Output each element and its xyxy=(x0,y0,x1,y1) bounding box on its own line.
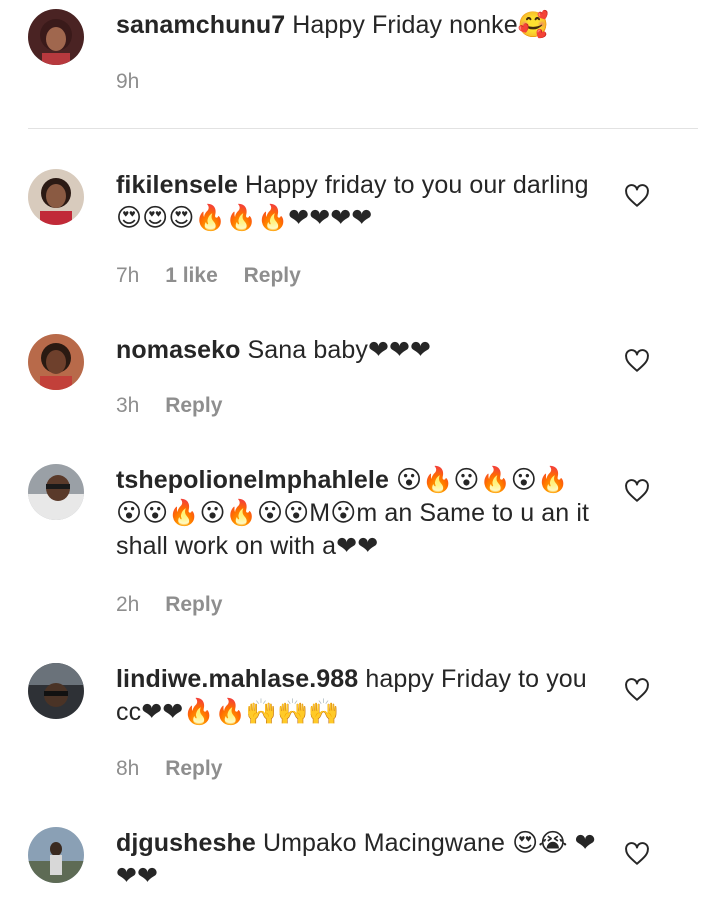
reply-button[interactable]: Reply xyxy=(244,264,301,288)
heart-outline-icon xyxy=(625,184,649,207)
comment-username[interactable]: djgusheshe xyxy=(116,829,256,857)
comment-meta: 9h xyxy=(116,70,159,94)
reply-button[interactable]: Reply xyxy=(165,757,222,781)
comment-username[interactable]: fikilensele xyxy=(116,171,238,199)
avatar-photo xyxy=(28,827,84,883)
comment-time: 2h xyxy=(116,593,140,616)
reply-button[interactable]: Reply xyxy=(165,394,222,418)
comment-body: Happy Friday nonke🥰 xyxy=(292,11,550,39)
comment-text: tshepolionelmphahlele 😮🔥😮🔥😮🔥 😮😮🔥😮🔥😮😮M😮m … xyxy=(116,464,596,563)
comment-text: nomaseko Sana baby❤❤❤ xyxy=(116,334,596,367)
like-button[interactable] xyxy=(624,184,650,208)
comment-text: djgusheshe Umpako Macingwane 😍😭 ❤❤❤ xyxy=(116,827,596,893)
comment-meta: 3h Reply xyxy=(116,394,242,418)
avatar-photo xyxy=(28,464,84,520)
comment-text: sanamchunu7 Happy Friday nonke🥰 xyxy=(116,9,596,42)
heart-outline-icon xyxy=(625,678,649,701)
avatar-photo xyxy=(28,9,84,65)
like-button[interactable] xyxy=(624,678,650,702)
avatar[interactable] xyxy=(28,663,84,719)
comment-time: 7h xyxy=(116,264,140,287)
avatar-photo xyxy=(28,663,84,719)
heart-outline-icon xyxy=(625,479,649,502)
avatar[interactable] xyxy=(28,827,84,883)
comment-meta: 7h 1 like Reply xyxy=(116,264,321,288)
comment-username[interactable]: lindiwe.mahlase.988 xyxy=(116,665,358,693)
comment-body: Sana baby❤❤❤ xyxy=(247,336,432,364)
comment-meta: 8h Reply xyxy=(116,757,242,781)
comment-username[interactable]: tshepolionelmphahlele xyxy=(116,466,389,494)
avatar[interactable] xyxy=(28,169,84,225)
avatar-photo xyxy=(28,334,84,390)
comment-likes-count[interactable]: 1 like xyxy=(165,264,218,288)
avatar-photo xyxy=(28,169,84,225)
like-button[interactable] xyxy=(624,349,650,373)
comment-username[interactable]: sanamchunu7 xyxy=(116,11,285,39)
divider xyxy=(28,128,698,129)
comment-time: 8h xyxy=(116,757,140,780)
avatar[interactable] xyxy=(28,334,84,390)
avatar[interactable] xyxy=(28,9,84,65)
heart-outline-icon xyxy=(625,349,649,372)
like-button[interactable] xyxy=(624,842,650,866)
avatar[interactable] xyxy=(28,464,84,520)
heart-outline-icon xyxy=(625,842,649,865)
comment-text: lindiwe.mahlase.988 happy Friday to you … xyxy=(116,663,596,729)
comment-time: 3h xyxy=(116,394,140,417)
comment-meta: 2h Reply xyxy=(116,593,242,617)
reply-button[interactable]: Reply xyxy=(165,593,222,617)
comment-text: fikilensele Happy friday to you our darl… xyxy=(116,169,596,235)
comment-time: 9h xyxy=(116,70,140,93)
like-button[interactable] xyxy=(624,479,650,503)
comment-username[interactable]: nomaseko xyxy=(116,336,240,364)
